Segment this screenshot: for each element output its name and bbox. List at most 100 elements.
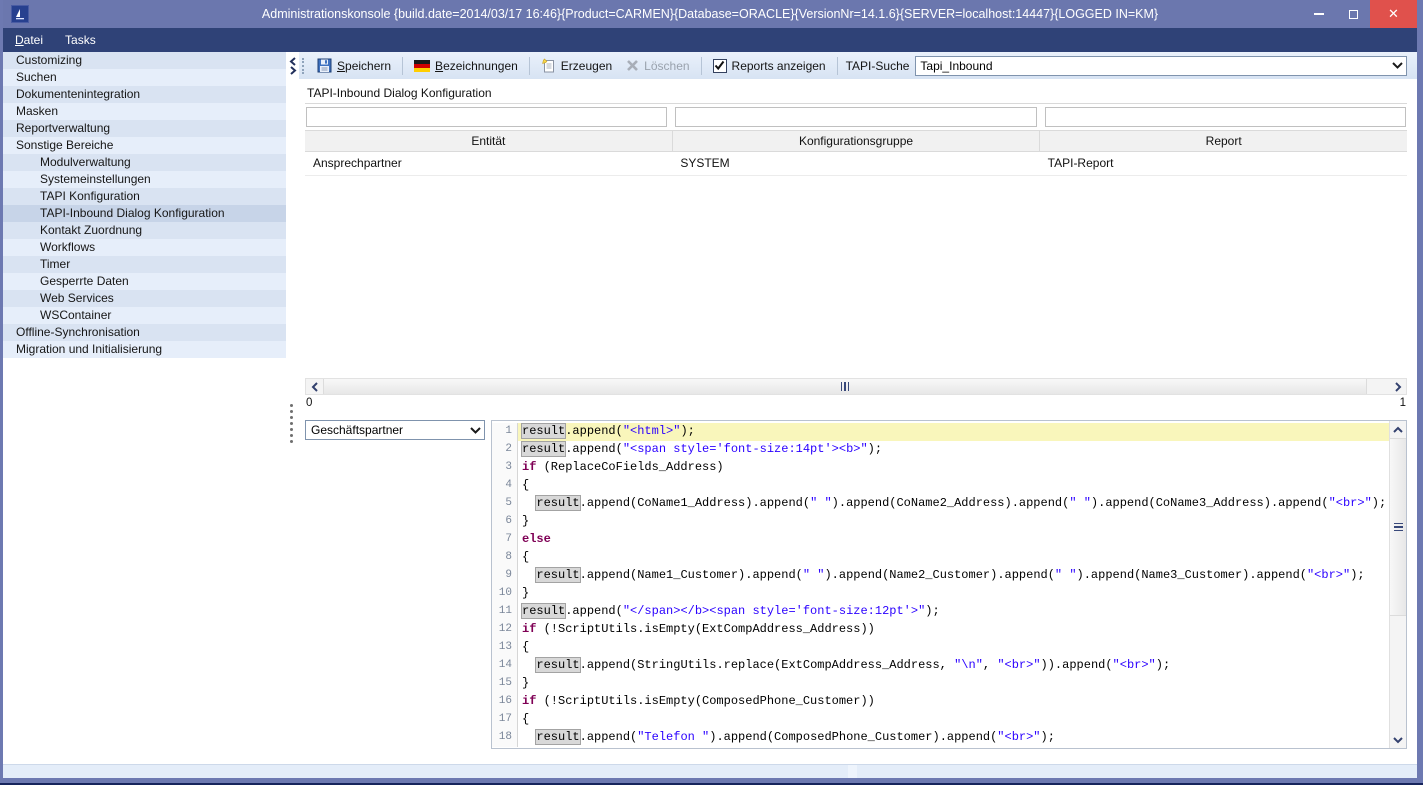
labels-button[interactable]: Bezeichnungen	[407, 56, 525, 76]
create-button[interactable]: Erzeugen	[534, 55, 619, 76]
save-button-label: Speichern	[337, 59, 391, 73]
sidebar-item[interactable]: Systemeinstellungen	[3, 171, 286, 188]
code-line[interactable]: 13{	[492, 639, 1389, 657]
panel-heading: TAPI-Inbound Dialog Konfiguration	[305, 83, 1407, 104]
entity-select[interactable]: Geschäftspartner	[305, 420, 485, 440]
sidebar-item[interactable]: TAPI-Inbound Dialog Konfiguration	[3, 205, 286, 222]
column-header[interactable]: Konfigurationsgruppe	[673, 131, 1041, 151]
config-table-panel: TAPI-Inbound Dialog Konfiguration Entitä…	[299, 79, 1417, 412]
sidebar-item[interactable]: Offline-Synchronisation	[3, 324, 286, 341]
line-number: 6	[492, 513, 518, 531]
line-number: 13	[492, 639, 518, 657]
code-line[interactable]: 17{	[492, 711, 1389, 729]
code-line[interactable]: 1result.append("<html>");	[492, 423, 1389, 441]
entity-select-column: Geschäftspartner	[305, 420, 485, 764]
column-filter-input-2[interactable]	[1045, 107, 1406, 127]
code-line[interactable]: 7else	[492, 531, 1389, 549]
scroll-up-button[interactable]	[1390, 421, 1406, 438]
code-line[interactable]: 9 result.append(Name1_Customer).append("…	[492, 567, 1389, 585]
vertical-scrollbar-track[interactable]	[1390, 616, 1406, 731]
column-header[interactable]: Report	[1040, 131, 1407, 151]
delete-button[interactable]: Löschen	[619, 56, 696, 76]
close-button[interactable]: ✕	[1370, 0, 1417, 28]
code-line[interactable]: 8{	[492, 549, 1389, 567]
code-text: if (!ScriptUtils.isEmpty(ComposedPhone_C…	[518, 693, 1389, 711]
splitter-collapse-buttons[interactable]	[286, 57, 299, 75]
code-text: result.append("Telefon ").append(Compose…	[518, 729, 1389, 747]
chevron-left-icon	[311, 382, 319, 392]
code-line[interactable]: 15}	[492, 675, 1389, 693]
vertical-scrollbar-thumb[interactable]	[1390, 438, 1406, 616]
script-editor-panel: Geschäftspartner 1result.append("<html>"…	[299, 412, 1417, 764]
statusbar	[3, 764, 1417, 778]
column-filter-input-1[interactable]	[675, 107, 1036, 127]
sidebar-item[interactable]: TAPI Konfiguration	[3, 188, 286, 205]
line-number: 7	[492, 531, 518, 549]
column-header[interactable]: Entität	[305, 131, 673, 151]
scroll-right-button[interactable]	[1389, 379, 1406, 394]
chevron-down-icon[interactable]	[1388, 62, 1406, 69]
chevron-right-icon	[1394, 382, 1402, 392]
sidebar-item[interactable]: Customizing	[3, 52, 286, 69]
table-body: AnsprechpartnerSYSTEMTAPI-Report	[305, 152, 1407, 176]
sidebar-item[interactable]: Timer	[3, 256, 286, 273]
horizontal-scrollbar-thumb[interactable]	[323, 379, 1367, 394]
code-line[interactable]: 5 result.append(CoName1_Address).append(…	[492, 495, 1389, 513]
tapi-search-input[interactable]	[916, 59, 1388, 73]
code-line[interactable]: 6}	[492, 513, 1389, 531]
main-panel: Speichern Bezeichnungen	[299, 52, 1417, 764]
sidebar-item[interactable]: Dokumentenintegration	[3, 86, 286, 103]
splitter-grip[interactable]	[290, 404, 293, 443]
checkbox-checked-icon	[713, 59, 727, 73]
code-line[interactable]: 3if (ReplaceCoFields_Address)	[492, 459, 1389, 477]
code-text: }	[518, 513, 1389, 531]
code-text: result.append("<html>");	[518, 423, 1389, 441]
scroll-range-labels: 0 1	[305, 395, 1407, 412]
sidebar-item[interactable]: Web Services	[3, 290, 286, 307]
minimize-button[interactable]	[1302, 0, 1336, 28]
scroll-max-label: 1	[1400, 397, 1406, 412]
code-editor[interactable]: 1result.append("<html>");2result.append(…	[491, 420, 1407, 749]
code-line[interactable]: 16if (!ScriptUtils.isEmpty(ComposedPhone…	[492, 693, 1389, 711]
vertical-scrollbar[interactable]	[1389, 421, 1406, 748]
tapi-search-combobox[interactable]	[915, 56, 1407, 76]
sidebar-item[interactable]: Gesperrte Daten	[3, 273, 286, 290]
sidebar-item[interactable]: Kontakt Zuordnung	[3, 222, 286, 239]
statusbar-divider	[848, 765, 857, 778]
save-button[interactable]: Speichern	[310, 55, 398, 76]
column-filter-input-0[interactable]	[306, 107, 667, 127]
code-editor-text-area[interactable]: 1result.append("<html>");2result.append(…	[492, 421, 1389, 748]
code-text: {	[518, 639, 1389, 657]
sidebar-splitter[interactable]	[286, 52, 299, 764]
horizontal-scrollbar[interactable]	[305, 378, 1407, 395]
sidebar-item[interactable]: Masken	[3, 103, 286, 120]
line-number: 18	[492, 729, 518, 747]
toolbar-grip[interactable]	[302, 58, 306, 74]
reports-checkbox[interactable]: Reports anzeigen	[706, 56, 833, 76]
menu-item-datei[interactable]: Datei	[15, 33, 43, 47]
horizontal-scrollbar-track[interactable]	[1367, 379, 1389, 394]
line-number: 9	[492, 567, 518, 585]
scroll-min-label: 0	[306, 397, 312, 412]
sidebar-item[interactable]: Modulverwaltung	[3, 154, 286, 171]
code-line[interactable]: 10}	[492, 585, 1389, 603]
code-line[interactable]: 14 result.append(StringUtils.replace(Ext…	[492, 657, 1389, 675]
code-line[interactable]: 2result.append("<span style='font-size:1…	[492, 441, 1389, 459]
code-line[interactable]: 4{	[492, 477, 1389, 495]
sidebar-item[interactable]: Reportverwaltung	[3, 120, 286, 137]
sidebar-item[interactable]: Sonstige Bereiche	[3, 137, 286, 154]
sidebar-item[interactable]: Migration und Initialisierung	[3, 341, 286, 358]
sidebar-item[interactable]: Workflows	[3, 239, 286, 256]
scroll-left-button[interactable]	[306, 379, 323, 394]
scroll-down-button[interactable]	[1390, 731, 1406, 748]
sidebar-item[interactable]: Suchen	[3, 69, 286, 86]
sidebar: CustomizingSuchenDokumentenintegrationMa…	[3, 52, 286, 764]
maximize-button[interactable]	[1336, 0, 1370, 28]
sidebar-item[interactable]: WSContainer	[3, 307, 286, 324]
code-line[interactable]: 18 result.append("Telefon ").append(Comp…	[492, 729, 1389, 747]
table-cell: SYSTEM	[672, 152, 1039, 175]
code-line[interactable]: 11result.append("</span></b><span style=…	[492, 603, 1389, 621]
table-row[interactable]: AnsprechpartnerSYSTEMTAPI-Report	[305, 152, 1407, 176]
menu-item-tasks[interactable]: Tasks	[65, 33, 96, 47]
code-line[interactable]: 12if (!ScriptUtils.isEmpty(ExtCompAddres…	[492, 621, 1389, 639]
